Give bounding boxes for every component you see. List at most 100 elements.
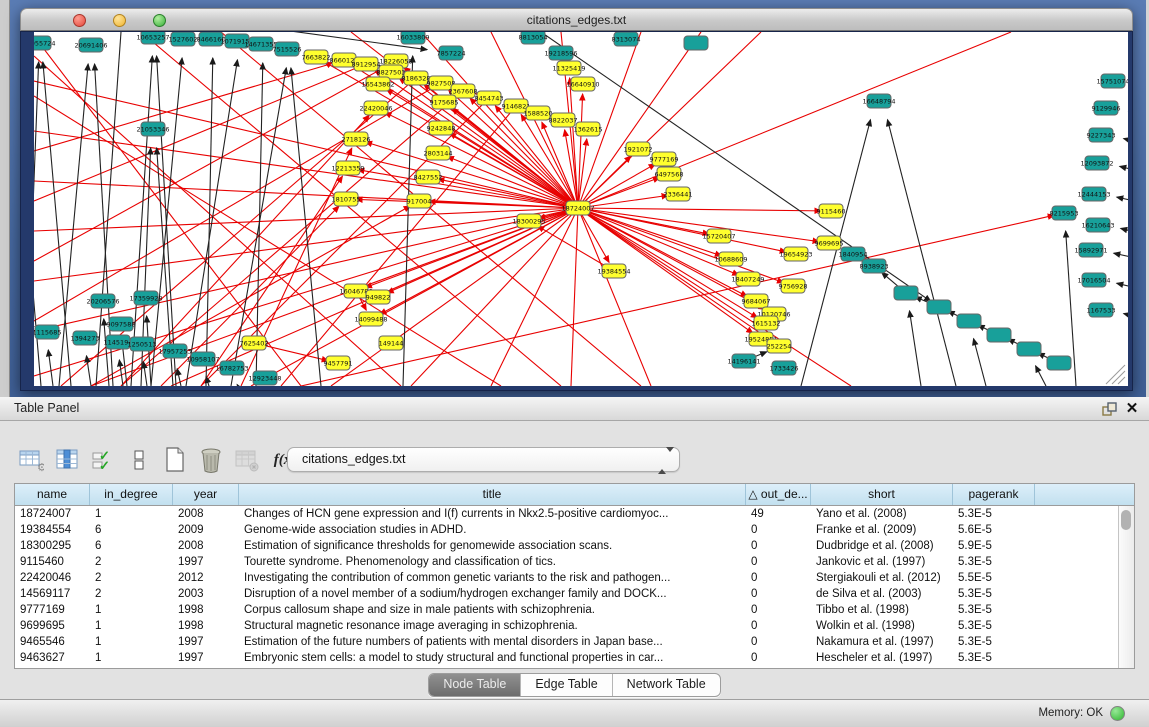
network-node[interactable]: 252254 [767, 339, 792, 353]
network-node[interactable]: 1733426 [770, 361, 799, 375]
table-selector-dropdown[interactable]: citations_edges.txt [287, 447, 680, 472]
network-edge[interactable] [578, 32, 701, 208]
network-node[interactable]: 10653257 [136, 32, 169, 44]
table-row[interactable]: 1872400712008Changes of HCN gene express… [15, 506, 1119, 522]
network-node[interactable] [1047, 356, 1071, 370]
network-node[interactable]: 9227343 [1087, 128, 1116, 142]
network-node[interactable]: 16033809 [396, 32, 429, 44]
network-node[interactable]: 1810755 [332, 192, 361, 206]
network-edge[interactable] [237, 385, 238, 386]
column-header-year[interactable]: year [173, 484, 239, 505]
network-node[interactable]: 7857224 [437, 46, 466, 60]
show-columns-icon[interactable] [52, 446, 82, 474]
tab-network-table[interactable]: Network Table [613, 674, 720, 696]
memory-status-indicator[interactable] [1110, 706, 1125, 721]
select-attributes-icon[interactable]: ✓ ✓ [88, 446, 118, 474]
network-node[interactable]: 18724007 [561, 201, 594, 215]
network-node[interactable]: 19654923 [779, 247, 812, 261]
network-node[interactable]: 16782753 [215, 361, 248, 375]
network-canvas[interactable]: 2405572420691406106532571527602846616010… [34, 32, 1128, 386]
network-node[interactable]: 1362615 [574, 122, 603, 136]
network-edge[interactable] [1114, 253, 1128, 266]
table-row[interactable]: 911546021997Tourette syndrome. Phenomeno… [15, 554, 1119, 570]
canvas-resize-grip[interactable] [1106, 365, 1125, 384]
network-node[interactable]: 1115685 [34, 325, 61, 339]
network-node[interactable]: 16640910 [566, 77, 599, 91]
network-edge[interactable] [578, 32, 641, 208]
network-edge[interactable] [1117, 197, 1128, 209]
network-edge[interactable] [34, 151, 41, 386]
network-edge[interactable] [1120, 166, 1128, 179]
network-edge[interactable] [1117, 283, 1128, 296]
network-node[interactable]: 9457791 [324, 356, 353, 370]
network-node[interactable]: 19218596 [544, 46, 577, 60]
network-edge[interactable] [1036, 366, 1046, 386]
network-node[interactable]: 14196141 [727, 354, 760, 368]
network-node[interactable]: 9699695 [815, 236, 844, 250]
network-node[interactable]: 949822 [366, 290, 391, 304]
network-node[interactable]: 1167533 [1087, 303, 1116, 317]
network-node[interactable]: 7663822 [302, 50, 331, 64]
tab-edge-table[interactable]: Edge Table [521, 674, 612, 696]
network-node[interactable]: 8938923 [860, 259, 889, 273]
network-edge[interactable] [1124, 314, 1128, 326]
network-edge[interactable] [201, 176, 342, 386]
column-header-short[interactable]: short [811, 484, 953, 505]
new-table-icon[interactable] [160, 446, 190, 474]
network-node[interactable] [1017, 342, 1041, 356]
table-row[interactable]: 1456911722003Disruption of a novel membe… [15, 586, 1119, 602]
network-node[interactable]: 8427552 [414, 170, 443, 184]
network-edge[interactable] [570, 78, 578, 208]
network-node[interactable]: 8813054 [519, 32, 548, 44]
network-node[interactable]: 20691406 [74, 38, 107, 52]
network-node[interactable]: 16543862 [361, 77, 394, 91]
network-node[interactable]: 9684067 [742, 294, 771, 308]
network-node[interactable]: 9129946 [1092, 101, 1121, 115]
network-node[interactable]: 8454743 [475, 91, 504, 105]
network-node[interactable]: 8313074 [612, 32, 641, 46]
network-node[interactable]: 9777169 [650, 152, 679, 166]
delete-table-icon[interactable] [196, 446, 226, 474]
network-node[interactable]: 2336441 [664, 187, 693, 201]
network-edge[interactable] [34, 208, 578, 376]
network-node[interactable] [957, 314, 981, 328]
network-node[interactable]: 24055724 [34, 36, 56, 50]
network-node[interactable]: 20206576 [86, 294, 119, 308]
network-node[interactable]: 22420046 [359, 101, 392, 115]
network-node[interactable]: 6497568 [655, 167, 684, 181]
network-edge[interactable] [104, 319, 109, 386]
network-node[interactable]: 12213359 [331, 161, 364, 175]
network-edge[interactable] [910, 311, 921, 386]
network-node[interactable]: 15751074 [1096, 74, 1128, 88]
network-node[interactable]: 17359928 [129, 291, 162, 305]
network-node[interactable] [894, 286, 918, 300]
network-node[interactable]: 10688609 [714, 252, 747, 266]
column-header-out_de[interactable]: △ out_de... [746, 484, 811, 505]
table-panel-titlebar[interactable]: Table Panel ✕ [0, 397, 1149, 421]
float-panel-icon[interactable] [1101, 401, 1117, 417]
network-edge[interactable] [380, 208, 578, 314]
network-node[interactable]: 12444153 [1077, 187, 1110, 201]
scrollbar-thumb[interactable] [1121, 510, 1131, 530]
network-node[interactable]: 12093872 [1080, 156, 1113, 170]
network-node[interactable]: 2718126 [342, 132, 371, 146]
network-node[interactable]: 9175685 [430, 95, 459, 109]
network-node[interactable]: 917004 [407, 194, 432, 208]
table-row[interactable]: 2242004622012Investigating the contribut… [15, 570, 1119, 586]
network-edge[interactable] [571, 208, 578, 386]
table-row[interactable]: 969969511998Structural magnetic resonanc… [15, 618, 1119, 634]
table-options-icon[interactable]: ⚙ [16, 446, 46, 474]
table-row[interactable]: 946362711997Embryonic stem cells: a mode… [15, 650, 1119, 666]
network-edge[interactable] [1121, 228, 1128, 241]
network-edge[interactable] [34, 64, 366, 201]
network-node[interactable]: 21053346 [136, 122, 169, 136]
close-panel-icon[interactable]: ✕ [1123, 399, 1141, 419]
vertical-scrollbar[interactable] [1118, 506, 1134, 668]
network-node[interactable]: 149144 [379, 336, 404, 350]
network-edge[interactable] [578, 32, 1011, 208]
network-edge[interactable] [131, 56, 152, 386]
network-node[interactable]: 1615132 [752, 316, 781, 330]
network-node[interactable]: 1250513 [128, 337, 157, 351]
row-format-icon[interactable] [124, 446, 154, 474]
column-header-pagerank[interactable]: pagerank [953, 484, 1035, 505]
